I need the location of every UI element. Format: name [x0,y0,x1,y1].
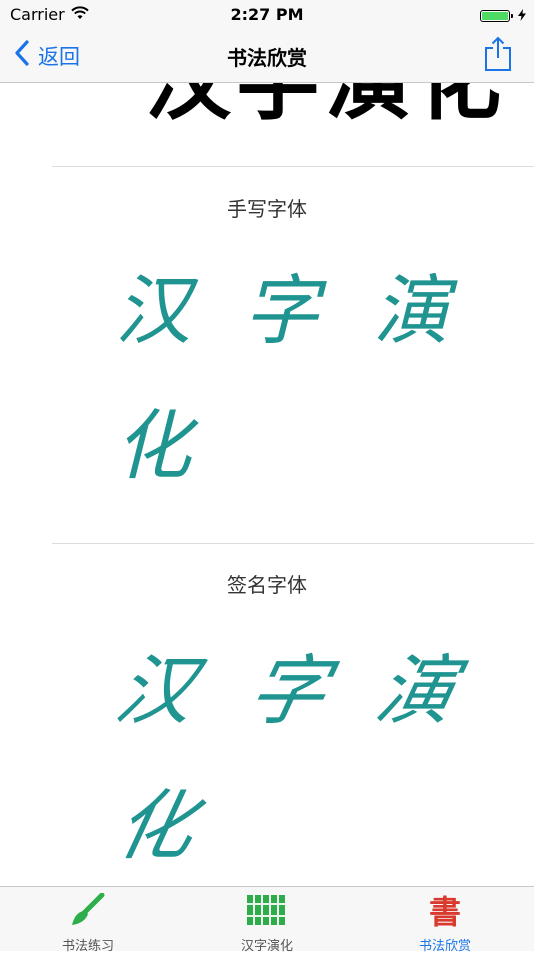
tab-label-practice: 书法练习 [61,939,114,954]
signature-char-1: 汉 [108,646,204,735]
divider-2 [52,543,534,544]
signature-char-4: 化 [108,781,204,870]
share-icon [484,36,512,76]
shu-character-icon: 書 [425,893,465,931]
calligraphy-scroll-view[interactable]: 汉 字 演 化 手写字体 汉 字 演 化 签名字体 汉 字 演 化 [0,83,534,886]
bamboo-slips-icon [245,895,289,931]
signature-char-2: 字 [240,646,336,735]
tab-character-evolution[interactable]: 汉字演化 [207,893,327,954]
section-title-handwriting: 手写字体 [227,197,307,221]
status-right [480,6,526,25]
navigation-bar: 返回 书法欣赏 [0,28,534,83]
top-char-2: 字 [235,83,321,125]
tab-calligraphy-practice[interactable]: 书法练习 [28,892,148,954]
brush-icon [68,892,108,931]
status-bar: Carrier 2:27 PM [0,0,534,28]
svg-text:書: 書 [429,893,461,927]
top-char-1: 汉 [145,83,231,125]
tab-label-evolution: 汉字演化 [240,939,293,954]
status-time: 2:27 PM [230,5,304,24]
handwriting-char-4: 化 [115,401,191,490]
tab-calligraphy-appreciation[interactable]: 書 书法欣赏 [385,893,505,954]
handwriting-char-2: 字 [243,266,319,355]
handwriting-char-1: 汉 [115,266,191,355]
divider-1 [52,166,534,167]
bolt-icon [518,6,526,25]
signature-char-3: 演 [368,646,464,735]
share-button[interactable] [484,36,512,76]
section-title-signature: 签名字体 [227,573,307,597]
page-title: 书法欣赏 [227,46,307,70]
handwriting-char-3: 演 [373,266,449,355]
tab-label-appreciation: 书法欣赏 [418,939,471,954]
top-char-4: 化 [415,83,501,125]
battery-icon [480,9,513,22]
top-char-3: 演 [325,83,411,125]
tab-bar: 书法练习 汉字演化 書 书法欣赏 [0,886,534,954]
